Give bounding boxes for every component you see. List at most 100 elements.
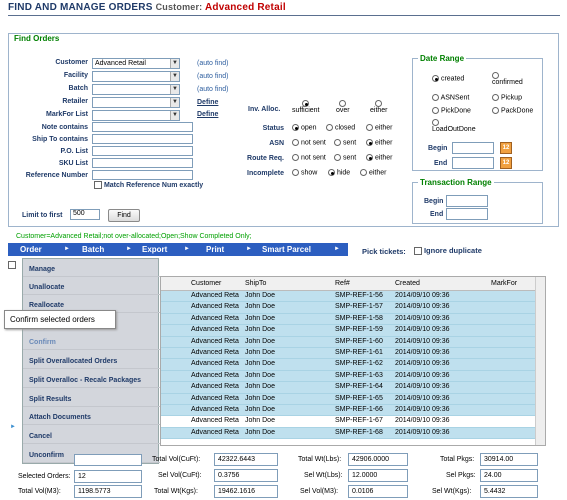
- table-row[interactable]: Advanced Reta John Doe SMP-REF-1-61 2014/09…: [161, 347, 545, 360]
- asn-notsent-radio[interactable]: not sent: [292, 139, 326, 146]
- asn-notsent-label: not sent: [300, 139, 326, 147]
- customer-value: Advanced Retail: [205, 2, 286, 13]
- route-sent-label: sent: [342, 154, 357, 162]
- table-row[interactable]: Advanced Reta John Doe SMP-REF-1-58 2014/09…: [161, 313, 545, 326]
- table-row[interactable]: Advanced Reta John Doe SMP-REF-1-64 2014/09…: [161, 382, 545, 394]
- table-cell: Advanced Reta: [191, 348, 239, 356]
- menu-item-split-overallocated[interactable]: Split Overallocated Orders: [23, 355, 160, 369]
- table-row[interactable]: Advanced Reta John Doe SMP-REF-1-66 2014/09…: [161, 404, 545, 417]
- grid-scrollbar[interactable]: [535, 277, 545, 445]
- menu-item-attach-documents[interactable]: Attach Documents: [23, 411, 160, 425]
- markfor-select[interactable]: ▼: [92, 110, 180, 121]
- txn-end-input[interactable]: [446, 208, 488, 220]
- calendar-icon[interactable]: 12: [500, 157, 512, 169]
- note-label: Note contains: [41, 124, 88, 131]
- menu-arrow-icon: ►: [64, 246, 70, 252]
- table-row[interactable]: Advanced Reta John Doe SMP-REF-1-57 2014/09…: [161, 302, 545, 314]
- table-cell: SMP-REF-1-59: [335, 326, 383, 334]
- radio-icon: [328, 169, 335, 176]
- incomplete-either-radio[interactable]: either: [360, 169, 386, 176]
- asn-either-radio[interactable]: either: [366, 139, 392, 146]
- route-notsent-radio[interactable]: not sent: [292, 154, 326, 161]
- customer-select[interactable]: Advanced Retail ▼: [92, 58, 180, 69]
- table-row[interactable]: Advanced Reta John Doe SMP-REF-1-67 2014/09…: [161, 416, 545, 428]
- txn-begin-input[interactable]: [446, 195, 488, 207]
- table-row[interactable]: Advanced Reta John Doe SMP-REF-1-65 2014/09…: [161, 393, 545, 405]
- table-cell: SMP-REF-1-64: [335, 383, 383, 391]
- facility-select[interactable]: ▼: [92, 71, 180, 82]
- retailer-define-link[interactable]: Define: [197, 99, 218, 106]
- status-open-radio[interactable]: open: [292, 124, 317, 131]
- sel-wt-lbs-value: 12.0000: [348, 469, 408, 482]
- date-confirmed-radio[interactable]: confirmed: [492, 72, 523, 86]
- txn-end-label: End: [430, 211, 444, 218]
- retailer-select[interactable]: ▼: [92, 97, 180, 108]
- date-pickup-radio[interactable]: Pickup: [492, 94, 522, 101]
- asn-sent-radio[interactable]: sent: [334, 139, 356, 146]
- menu-print[interactable]: Print: [206, 243, 224, 256]
- ref-input[interactable]: [92, 170, 193, 180]
- menu-item-manage[interactable]: Manage: [23, 263, 160, 277]
- col-markfor[interactable]: MarkFor: [491, 280, 517, 287]
- inv-over-radio[interactable]: over: [336, 100, 350, 114]
- table-cell: SMP-REF-1-58: [335, 314, 383, 322]
- table-cell: 2014/09/10 09:36: [395, 371, 450, 379]
- date-loadoutdone-radio[interactable]: LoadOutDone: [432, 119, 476, 133]
- route-sent-radio[interactable]: sent: [334, 154, 356, 161]
- date-asnsent-radio[interactable]: ASNSent: [432, 94, 469, 101]
- menu-order[interactable]: Order: [20, 243, 42, 256]
- menu-item-split-recalc[interactable]: Split Overalloc - Recalc Packages: [23, 374, 160, 388]
- sku-input[interactable]: [92, 158, 193, 168]
- status-label: Status: [262, 125, 284, 132]
- calendar-icon[interactable]: 12: [500, 142, 512, 154]
- find-button[interactable]: Find: [108, 209, 140, 222]
- menu-item-confirm[interactable]: Confirm: [23, 336, 160, 350]
- incomplete-hide-label: hide: [336, 169, 351, 177]
- date-pickdone-radio[interactable]: PickDone: [432, 107, 471, 114]
- date-created-label: created: [440, 75, 465, 83]
- show-checkbox[interactable]: [8, 261, 16, 269]
- col-customer[interactable]: Customer: [191, 280, 221, 287]
- menu-item-split-results[interactable]: Split Results: [23, 393, 160, 407]
- date-begin-input[interactable]: [452, 142, 494, 154]
- ignore-duplicate-checkbox[interactable]: Ignore duplicate: [414, 246, 482, 256]
- table-cell: Advanced Reta: [191, 383, 239, 391]
- menu-item-unallocate[interactable]: Unallocate: [23, 281, 160, 295]
- table-row[interactable]: Advanced Reta John Doe SMP-REF-1-60 2014/09…: [161, 336, 545, 348]
- route-either-radio[interactable]: either: [366, 154, 392, 161]
- table-cell: John Doe: [245, 360, 275, 368]
- shipto-input[interactable]: [92, 134, 193, 144]
- inv-sufficient-radio[interactable]: sufficient: [292, 100, 320, 114]
- date-end-input[interactable]: [452, 157, 494, 169]
- table-row[interactable]: Advanced Reta John Doe SMP-REF-1-59 2014/09…: [161, 325, 545, 337]
- table-row[interactable]: Advanced Reta John Doe SMP-REF-1-62 2014/09…: [161, 359, 545, 371]
- date-created-radio[interactable]: created: [432, 75, 464, 82]
- radio-icon: [302, 100, 310, 107]
- table-cell: SMP-REF-1-68: [335, 428, 383, 436]
- menu-batch[interactable]: Batch: [82, 243, 104, 256]
- col-created[interactable]: Created: [395, 280, 420, 287]
- limit-input[interactable]: 500: [70, 209, 100, 220]
- col-shipto[interactable]: ShipTo: [245, 280, 266, 287]
- markfor-label: MarkFor List: [45, 111, 88, 118]
- menu-item-cancel[interactable]: Cancel: [23, 430, 160, 444]
- col-ref[interactable]: Ref#: [335, 280, 350, 287]
- status-either-radio[interactable]: either: [366, 124, 392, 131]
- table-row[interactable]: Advanced Reta John Doe SMP-REF-1-63 2014/09…: [161, 370, 545, 383]
- title-text: Find and Manage Orders: [8, 2, 153, 13]
- menu-export[interactable]: Export: [142, 243, 167, 256]
- note-input[interactable]: [92, 122, 193, 132]
- po-input[interactable]: [92, 146, 193, 156]
- status-closed-radio[interactable]: closed: [326, 124, 355, 131]
- radio-icon: [432, 107, 439, 114]
- inv-either-radio[interactable]: either: [370, 100, 388, 114]
- markfor-define-link[interactable]: Define: [197, 111, 218, 118]
- table-row[interactable]: Advanced Reta John Doe SMP-REF-1-68 2014/09…: [161, 427, 545, 440]
- batch-select[interactable]: ▼: [92, 84, 180, 95]
- menu-smart-parcel[interactable]: Smart Parcel: [262, 243, 311, 256]
- date-packdone-radio[interactable]: PackDone: [492, 107, 533, 114]
- match-exact-checkbox[interactable]: Match Reference Num exactly: [94, 181, 203, 189]
- incomplete-hide-radio[interactable]: hide: [328, 169, 350, 176]
- table-row[interactable]: Advanced Reta John Doe SMP-REF-1-56 2014/09…: [161, 291, 545, 303]
- incomplete-show-radio[interactable]: show: [292, 169, 317, 176]
